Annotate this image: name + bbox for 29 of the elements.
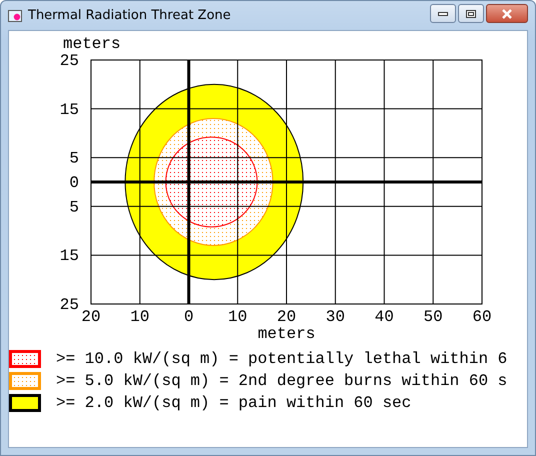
y-tick-label: 15 <box>60 100 79 119</box>
app-icon <box>8 10 22 22</box>
legend-label: >= 10.0 kW/(sq m) = potentially lethal within 6 <box>56 350 508 368</box>
legend-label: >= 2.0 kW/(sq m) = pain within 60 sec <box>56 394 412 412</box>
maximize-icon <box>466 10 476 18</box>
x-tick-label: 40 <box>374 308 394 326</box>
y-axis-title: meters <box>63 35 121 53</box>
x-tick-label: 60 <box>472 308 492 326</box>
x-tick-label: 10 <box>228 308 248 326</box>
y-tick-label: 0 <box>69 174 79 192</box>
x-axis-title: meters <box>258 325 316 341</box>
y-tick-label: 25 <box>60 296 79 314</box>
close-button[interactable] <box>486 4 528 23</box>
minimize-button[interactable] <box>430 4 456 23</box>
x-tick-label: 10 <box>130 308 150 326</box>
y-tick-label: 5 <box>69 150 79 168</box>
close-icon <box>501 8 513 18</box>
y-tick-label: 15 <box>60 247 79 266</box>
x-tick-label: 50 <box>424 308 443 326</box>
maximize-button[interactable] <box>458 4 484 23</box>
x-tick-label: 20 <box>276 308 296 326</box>
x-tick-label: 20 <box>81 308 101 326</box>
x-tick-label: 0 <box>184 308 194 326</box>
y-tick-label: 5 <box>69 198 79 216</box>
legend-label: >= 5.0 kW/(sq m) = 2nd degree burns within 60 s <box>56 372 508 390</box>
y-tick-label: 25 <box>60 52 79 70</box>
x-tick-label: 30 <box>326 308 345 326</box>
window-title: Thermal Radiation Threat Zone <box>28 8 232 23</box>
minimize-icon <box>438 12 448 16</box>
